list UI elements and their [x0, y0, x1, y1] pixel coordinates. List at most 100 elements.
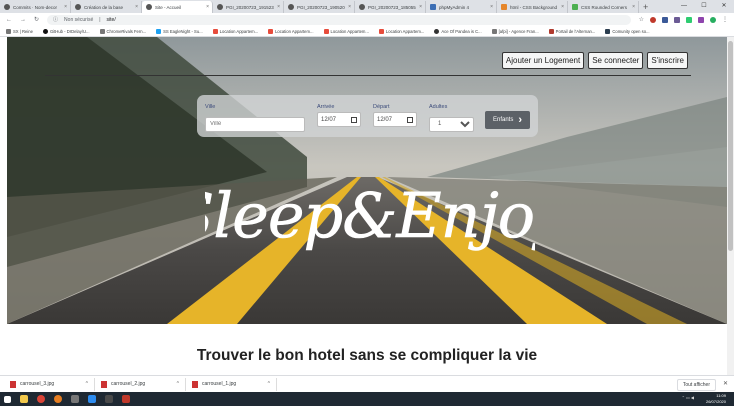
calendar-icon[interactable] [351, 116, 357, 123]
opera-extension-icon[interactable] [650, 16, 656, 23]
close-tab-icon[interactable]: × [561, 4, 564, 10]
address-bar[interactable]: ⓘ Non sécurisé | site/ [47, 14, 631, 25]
show-all-downloads-button[interactable]: Tout afficher [676, 379, 716, 391]
close-tab-icon[interactable]: × [277, 4, 280, 10]
close-tab-icon[interactable]: × [490, 4, 493, 10]
arrival-date-value: 12/07 [321, 116, 337, 123]
minimize-icon[interactable]: — [674, 0, 694, 12]
bookmark[interactable]: Location Appartem... [268, 28, 314, 34]
windows-start-icon[interactable] [4, 395, 11, 403]
close-tab-icon[interactable]: × [135, 4, 138, 10]
bookmark[interactable]: Ace Of Pandea is C... [434, 28, 482, 34]
arrival-label: Arrivée [317, 104, 335, 110]
clock-date: 26/07/2020 [705, 398, 726, 404]
file-explorer-icon[interactable] [20, 395, 28, 403]
browser-tab[interactable]: html - CSS Background × [497, 1, 568, 13]
signup-button[interactable]: S'inscrire [647, 52, 688, 69]
forward-icon[interactable]: → [20, 17, 26, 23]
browser-tab[interactable]: Commits · Nom-decor × [0, 1, 71, 13]
scrollbar-thumb[interactable] [728, 41, 733, 251]
browser-tab[interactable]: phpMyAdmin 4 × [426, 1, 497, 13]
download-item[interactable]: carrousel_3.jpg ^ [10, 377, 95, 391]
firefox-icon[interactable] [54, 395, 62, 403]
close-window-icon[interactable]: ✕ [714, 0, 734, 12]
close-tab-icon[interactable]: × [348, 4, 351, 10]
address-separator: | [99, 16, 101, 23]
page-title: Trouver le bon hotel sans se compliquer … [196, 347, 538, 364]
close-icon[interactable]: ✕ [723, 380, 728, 387]
page-scrollbar[interactable] [727, 37, 734, 375]
arrival-date-input[interactable]: 12/07 [317, 112, 361, 127]
clock[interactable]: 11:09 26/07/2020 [706, 393, 726, 404]
browser-tab-active[interactable]: Site - Accueil × [142, 1, 213, 13]
back-icon[interactable]: ← [6, 17, 12, 23]
adults-field: Adultes 1 [429, 104, 474, 132]
close-tab-icon[interactable]: × [632, 4, 635, 10]
download-item[interactable]: carrousel_2.jpg ^ [101, 377, 186, 391]
app-icon[interactable] [122, 395, 130, 403]
bookmark[interactable]: Portail de l'Alternan... [548, 28, 595, 34]
hero-banner: Ajouter un Logement Se connecter S'inscr… [7, 37, 727, 324]
bookmark[interactable]: ChromeRivals Fern... [99, 28, 146, 34]
downloads-bar: carrousel_3.jpg ^ carrousel_2.jpg ^ carrou… [0, 375, 734, 392]
maximize-icon[interactable]: ☐ [694, 0, 714, 12]
bookmark[interactable]: SX | Reine [6, 28, 33, 34]
departure-date-input[interactable]: 12/07 [373, 112, 417, 127]
file-icon [192, 380, 198, 388]
bookmark[interactable]: SS EagleNight - Su... [156, 28, 203, 34]
close-tab-icon[interactable]: × [206, 4, 209, 10]
menu-icon[interactable]: ⋮ [722, 16, 728, 23]
add-listing-button[interactable]: Ajouter un Logement [501, 52, 585, 69]
bookmark[interactable]: Comunity open so... [605, 28, 650, 34]
chevron-up-icon[interactable]: ^ [177, 381, 179, 387]
bookmark-icon [378, 28, 384, 34]
adults-select[interactable]: 1 [429, 116, 474, 132]
children-button[interactable]: Enfants › [485, 111, 530, 129]
bookmark[interactable]: [afpi] - Agence Fran... [491, 28, 539, 34]
globe-icon [359, 4, 365, 10]
info-icon[interactable]: ⓘ [53, 16, 58, 23]
app-icon[interactable] [105, 395, 113, 403]
browser-tab[interactable]: PGI_20200723_185055 × [355, 1, 426, 13]
chevron-up-icon[interactable]: ^ [86, 381, 88, 387]
github-icon [42, 28, 48, 34]
bookmark-icon [6, 28, 11, 34]
github-icon [4, 4, 10, 10]
calendar-icon[interactable] [407, 116, 413, 123]
phpmyadmin-icon [430, 4, 436, 10]
star-icon[interactable]: ☆ [639, 16, 644, 23]
bookmark[interactable]: Location Appartem... [378, 28, 424, 34]
reload-icon[interactable]: ↻ [34, 16, 39, 23]
adults-label: Adultes [429, 104, 448, 110]
login-button[interactable]: Se connecter [588, 52, 644, 69]
bookmark[interactable]: Location Appartem... [323, 28, 369, 34]
new-tab-button[interactable]: + [643, 1, 648, 13]
download-item[interactable]: carrousel_1.jpg ^ [192, 377, 277, 391]
avatar[interactable] [710, 16, 716, 23]
close-tab-icon[interactable]: × [419, 4, 422, 10]
vscode-icon[interactable] [88, 395, 96, 403]
browser-tab[interactable]: PGI_20200723_190520 × [284, 1, 355, 13]
close-tab-icon[interactable]: × [64, 4, 67, 10]
file-icon [10, 380, 16, 388]
bookmark-icon [605, 28, 611, 34]
extension-icon[interactable] [698, 16, 704, 23]
extension-icon[interactable] [674, 16, 680, 23]
chrome-icon[interactable] [37, 395, 45, 403]
extension-icon[interactable] [662, 16, 668, 23]
chevron-up-icon[interactable]: ^ [268, 381, 270, 387]
bookmark[interactable]: Location Appartem... [212, 28, 258, 34]
globe-icon [146, 4, 152, 10]
browser-tab[interactable]: CSS Rounded Corners × [568, 1, 639, 13]
departure-date-value: 12/07 [377, 116, 393, 123]
app-icon[interactable] [71, 395, 79, 403]
bookmark[interactable]: GitHub - DrDelay/U... [42, 28, 90, 34]
city-input[interactable] [205, 116, 305, 132]
browser-tab[interactable]: PGI_20200723_191523 × [213, 1, 284, 13]
github-icon [75, 4, 81, 10]
extension-icon[interactable] [686, 16, 692, 23]
window-controls: — ☐ ✕ [674, 0, 734, 12]
departure-field: Départ 12/07 [373, 104, 417, 127]
system-tray[interactable]: ⌃ ▭ ◀ [682, 395, 694, 400]
browser-tab[interactable]: Création de la base × [71, 1, 142, 13]
